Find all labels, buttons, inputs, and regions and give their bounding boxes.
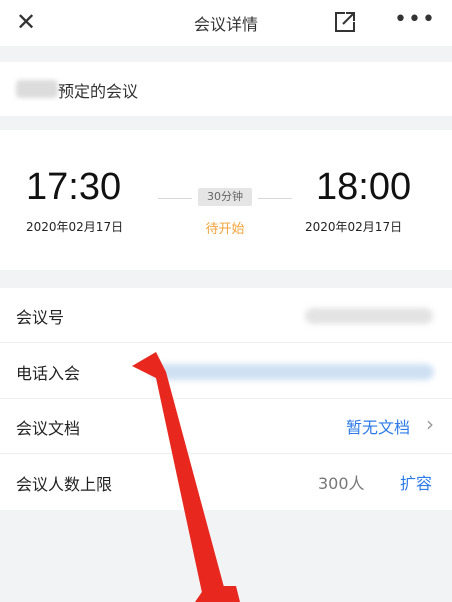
red-arrow-annotation: [132, 352, 240, 602]
